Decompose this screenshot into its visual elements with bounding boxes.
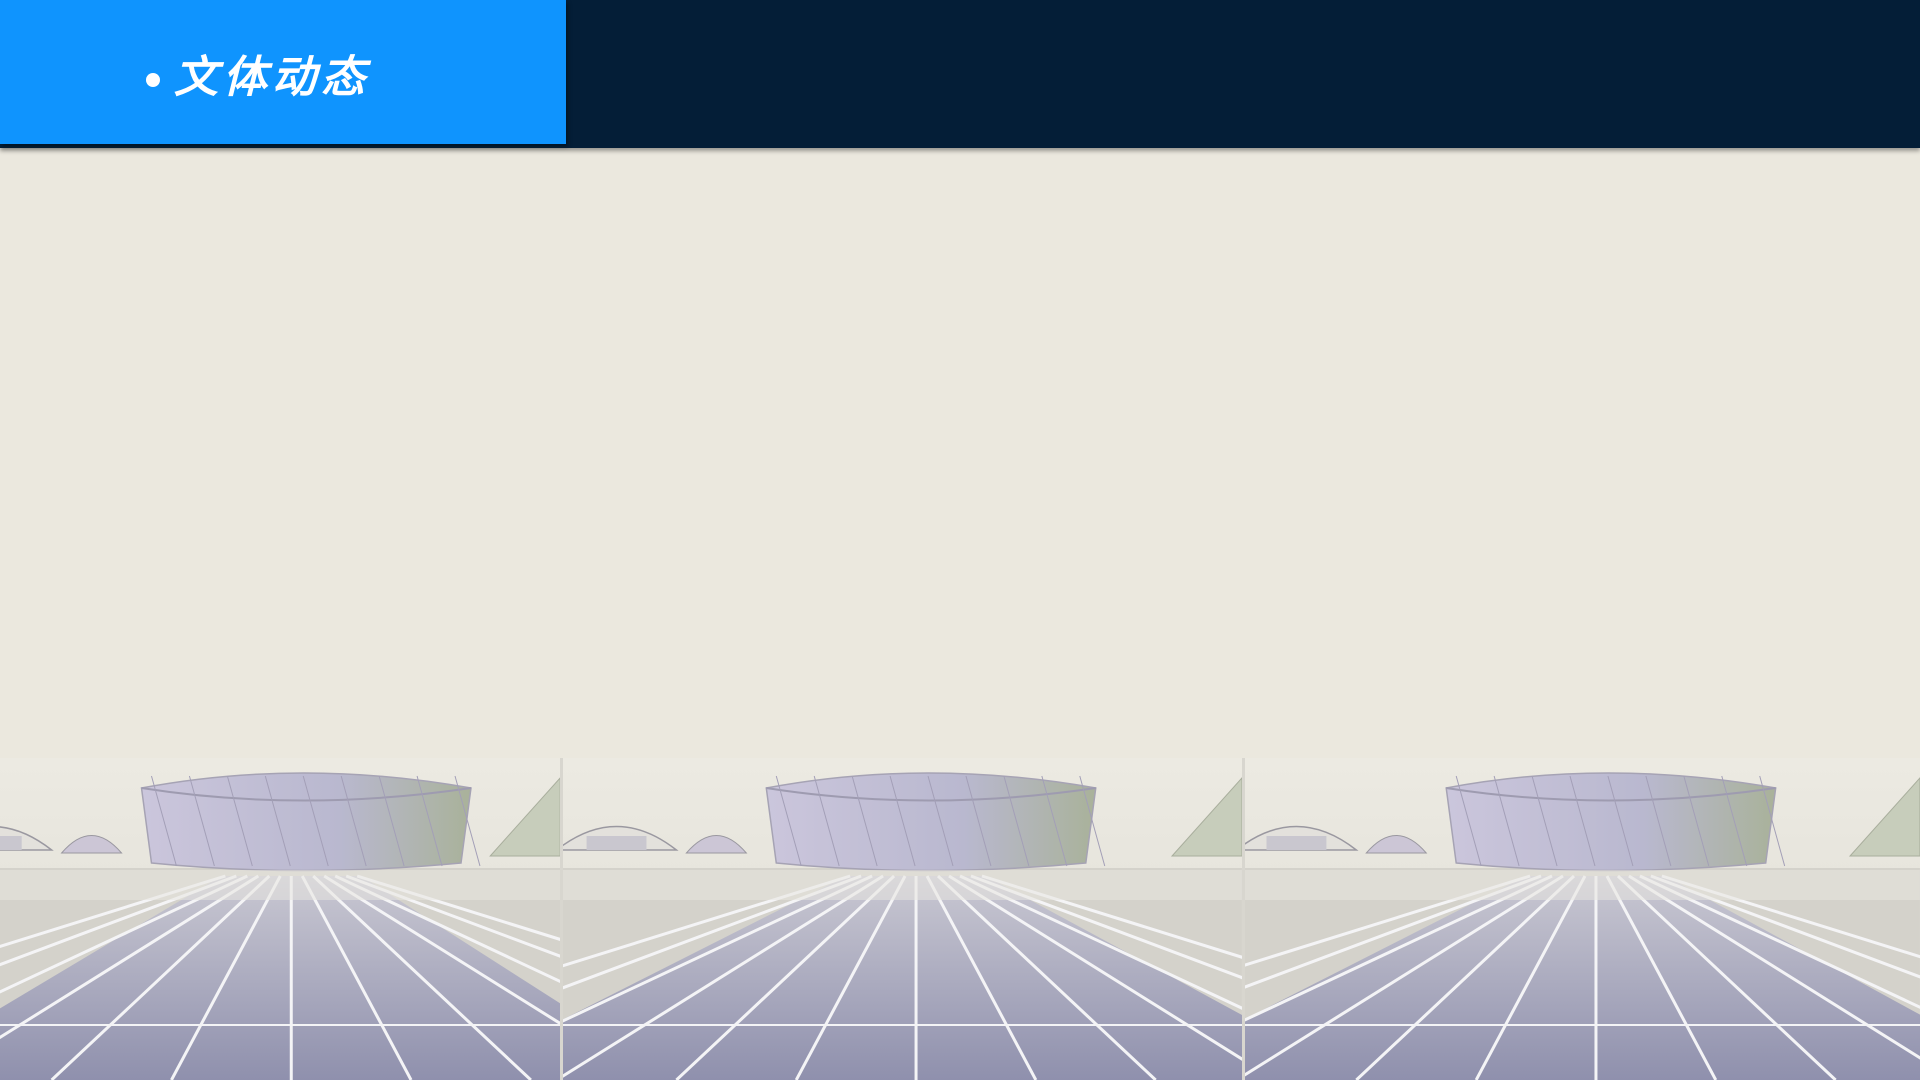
content-area: [0, 150, 1920, 758]
bullet-icon: [146, 73, 160, 87]
stadium-track-image: [0, 758, 561, 1080]
stadium-track-image: [563, 758, 1243, 1080]
stadium-image-panel-1: [0, 758, 561, 1080]
stadium-image-panel-2: [560, 758, 1243, 1080]
stadium-image-panel-3: [1242, 758, 1920, 1080]
stadium-track-image: [1245, 758, 1920, 1080]
page-title: 文体动态: [174, 52, 370, 103]
title-tab: 文体动态: [0, 0, 566, 144]
stadium-banner: [0, 758, 1920, 1080]
